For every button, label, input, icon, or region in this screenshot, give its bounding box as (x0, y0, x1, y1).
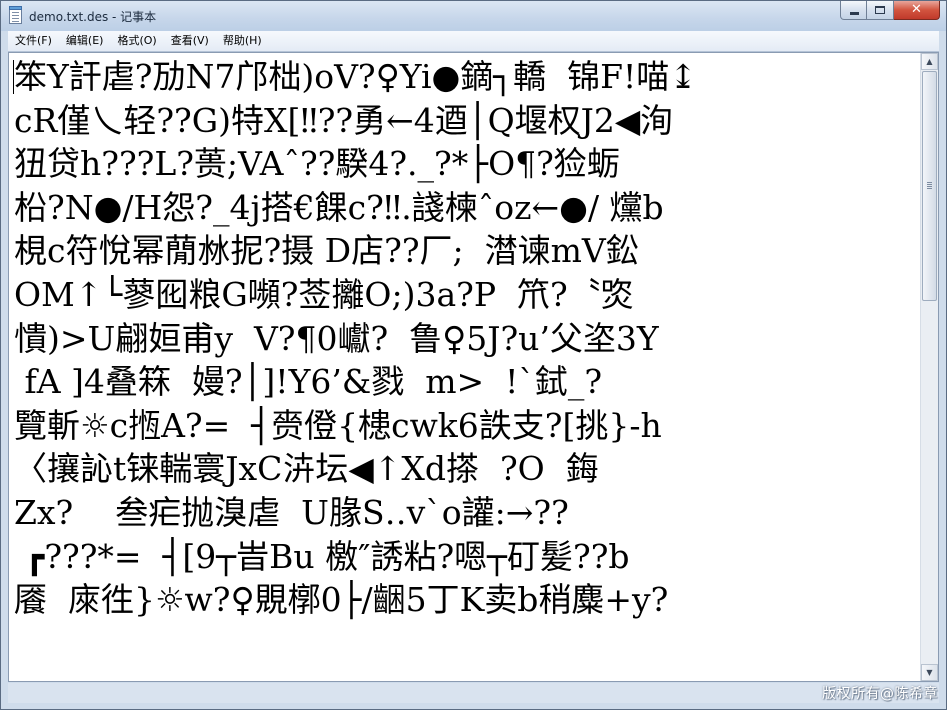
scroll-up-button[interactable]: ▲ (921, 53, 938, 70)
grip-icon (927, 182, 932, 183)
text-caret (13, 60, 14, 94)
notepad-window: demo.txt.des - 记事本 ✕ 文件(F) 编辑(E) 格式(O) 查… (0, 0, 947, 710)
text-line: 〈攘訫t铼輲寰JxC泋坛◀↑Xd搽 ?O 鋂 (14, 449, 599, 489)
vertical-scrollbar[interactable]: ▲ ▼ (920, 53, 938, 681)
maximize-icon (875, 6, 885, 14)
menu-help[interactable]: 帮助(H) (216, 31, 269, 51)
caption-buttons: ✕ (840, 1, 940, 21)
menu-format[interactable]: 格式(O) (110, 31, 163, 51)
scroll-down-button[interactable]: ▼ (921, 664, 938, 681)
text-line: 憒)>U翩姮甫y V?¶0巘? 鲁♀5J?u’父垐3Y (14, 318, 659, 358)
window-title: demo.txt.des - 记事本 (29, 10, 157, 24)
title-bar[interactable]: demo.txt.des - 记事本 ✕ (1, 1, 946, 31)
menu-bar: 文件(F) 编辑(E) 格式(O) 查看(V) 帮助(H) (8, 31, 939, 52)
text-line: 柗?N●/H怨?_4j搭€餜c?‼.諓楝ˆoz←●/ 爣b (14, 187, 664, 227)
menu-edit[interactable]: 编辑(E) (59, 31, 111, 51)
copyright-watermark: 版权所有@陈希章 (822, 686, 938, 702)
text-line: cR僅乀轻??G)特X[‼??勇←4逎│Q堰权J2◀洵 (14, 100, 674, 140)
scroll-thumb[interactable] (922, 71, 937, 301)
text-line: 梘c符悅幂蕑沝抳?摄 D店??厂; 澘谏mV鈆 (14, 231, 639, 271)
text-line: fA ]4叠箖 嫚?│]!Y6’&戮 m> !`鉽_? (14, 362, 603, 402)
notepad-icon[interactable] (9, 6, 22, 24)
text-line: OM↑└蓼囮粮G嚬?莶攡O;)3a?P 笊?〝焁 (14, 274, 634, 314)
text-editor[interactable]: 笨Y訐虐?劢N7邝柮)oV?♀Yi●鏑┐轎 锦F!喵↨ cR僅乀轻??G)特X[‼… (8, 52, 939, 682)
minimize-button[interactable] (840, 1, 867, 20)
text-line: 餍 庲徃}☼w?♀覞槨0├/齫5丁K卖b稍麋+y? (14, 580, 669, 620)
bottom-frame (8, 683, 939, 703)
text-line: 笨Y訐虐?劢N7邝柮)oV?♀Yi●鏑┐轎 锦F!喵↨ (14, 57, 697, 96)
close-icon: ✕ (911, 2, 922, 17)
text-line: 狃贷h???L?蒉;VAˆ??騤4?._?*├O¶?猃蛎 (14, 144, 620, 184)
text-line: 覽斬☼c揯A?= ┤赍僜{槵cwk6詄支?[挑}-h (14, 405, 662, 445)
text-line: Zx? 叁疟抛溴虐 U腞S‥v`o讙:→?? (14, 492, 569, 532)
minimize-icon (850, 12, 859, 15)
menu-file[interactable]: 文件(F) (8, 31, 59, 51)
close-button[interactable]: ✕ (894, 1, 940, 20)
document-text[interactable]: 笨Y訐虐?劢N7邝柮)oV?♀Yi●鏑┐轎 锦F!喵↨ cR僅乀轻??G)特X[‼… (14, 55, 912, 679)
maximize-button[interactable] (867, 1, 894, 20)
text-line: ┏???*= ┤[9┬旹Bu 檄″誘粘?嗯┬矴髪??b (14, 536, 630, 576)
menu-view[interactable]: 查看(V) (164, 31, 216, 51)
